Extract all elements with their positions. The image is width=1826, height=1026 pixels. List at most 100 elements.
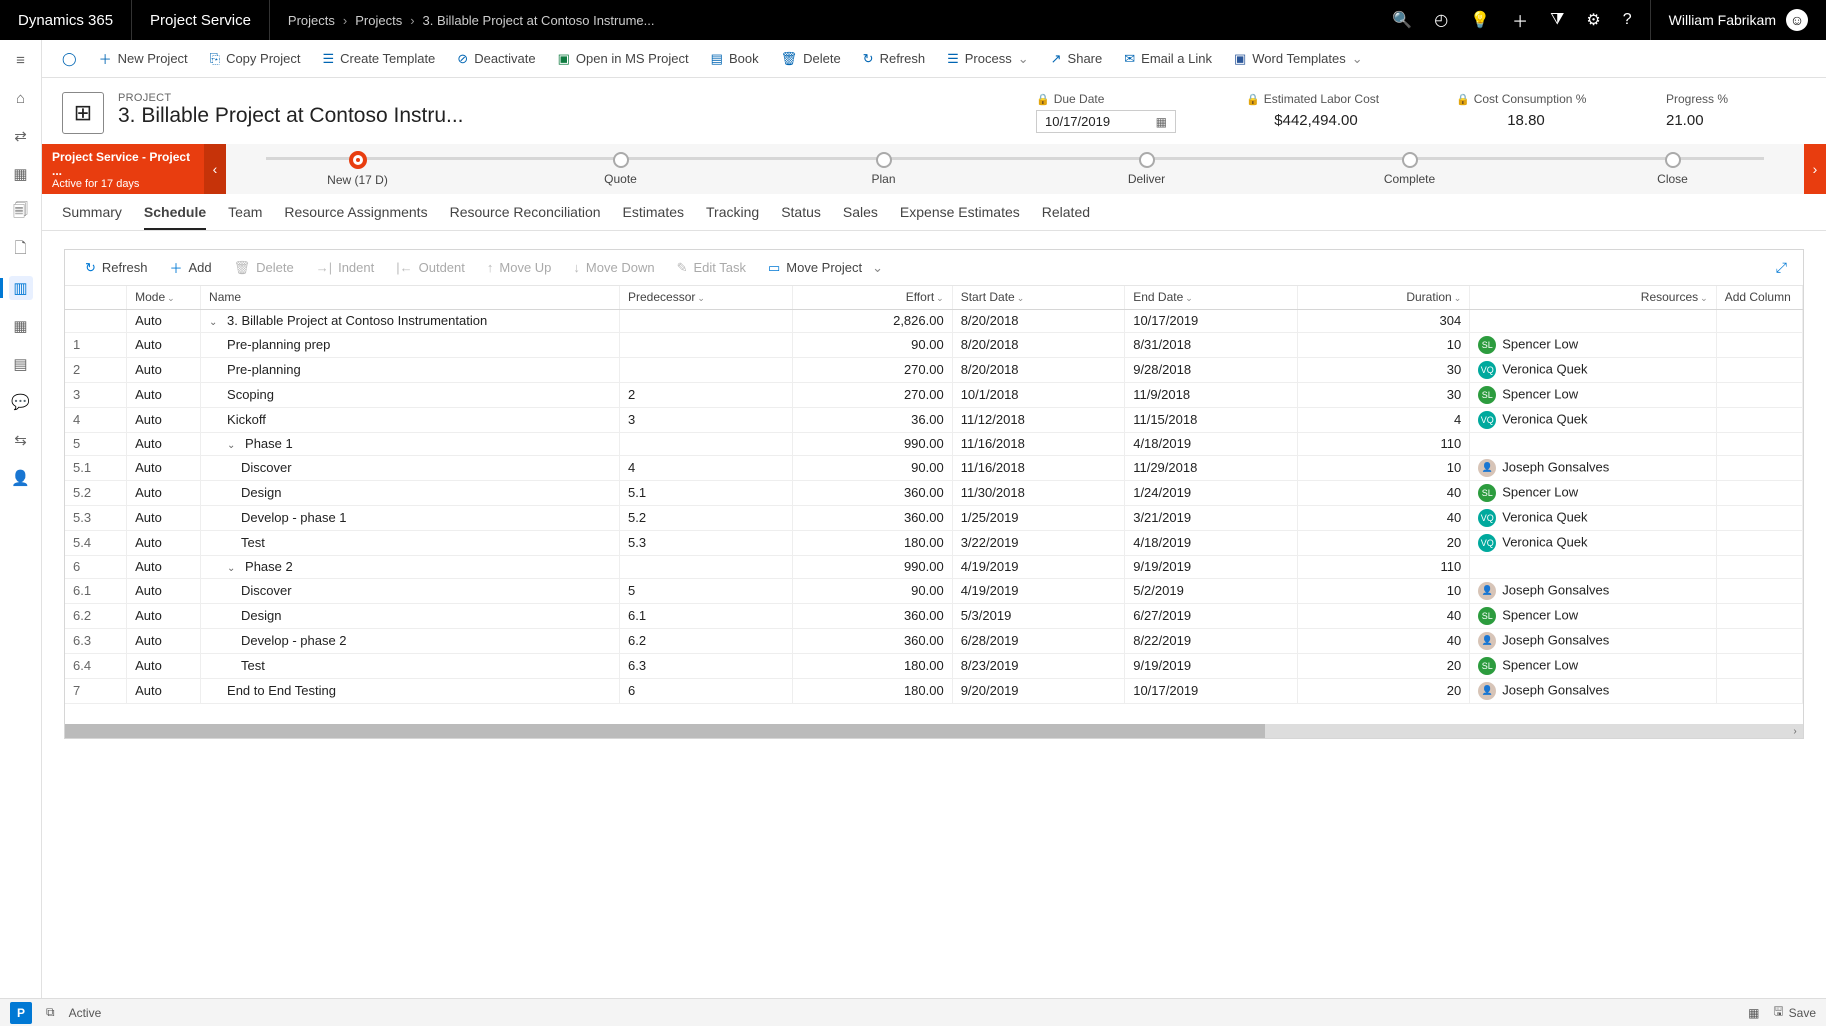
tab-resource-reconciliation[interactable]: Resource Reconciliation [450,204,601,230]
chevron-down-icon[interactable]: ⌄ [227,563,239,574]
col-predecessor[interactable]: Predecessor⌄ [620,286,793,309]
back-button[interactable]: ◯ [52,47,87,71]
tab-status[interactable]: Status [781,204,821,230]
grid-view-icon[interactable]: ▦ [1748,1006,1759,1020]
popout-icon[interactable]: ⧉ [46,1005,55,1020]
chevron-down-icon[interactable]: ⌄ [209,317,221,328]
table-row[interactable]: 6.2AutoDesign6.1360.005/3/20196/27/20194… [65,603,1803,628]
tab-related[interactable]: Related [1042,204,1090,230]
breadcrumb-item[interactable]: Projects [288,13,335,28]
calendar-icon[interactable]: ▦ [9,162,33,186]
horizontal-scrollbar[interactable]: ‹ › [65,724,1803,738]
report-icon[interactable]: ▤ [9,352,33,376]
stage-close[interactable]: Close [1541,152,1804,186]
share-button[interactable]: ↗Share [1041,47,1113,71]
due-date-field[interactable]: 10/17/2019 ▦ [1036,110,1176,133]
open-ms-project-button[interactable]: ▣Open in MS Project [548,47,699,71]
refresh-button[interactable]: ↻Refresh [75,257,157,279]
table-row[interactable]: 5.2AutoDesign5.1360.0011/30/20181/24/201… [65,480,1803,505]
col-name[interactable]: Name [201,286,620,309]
tab-team[interactable]: Team [228,204,262,230]
scroll-right-icon[interactable]: › [1787,724,1803,738]
stage-status-badge[interactable]: Project Service - Project ... Active for… [42,144,204,194]
delete-button[interactable]: 🗑Delete [771,47,851,71]
table-row[interactable]: Auto⌄3. Billable Project at Contoso Inst… [65,309,1803,332]
expand-icon[interactable]: ⤢ [1776,259,1793,276]
indent-button[interactable]: →|Indent [306,257,385,278]
save-button[interactable]: 🖫Save [1773,1002,1816,1023]
user-menu[interactable]: William Fabrikam ☺ [1650,0,1826,40]
page-icon[interactable]: 🗋 [9,238,33,262]
hamburger-icon[interactable]: ≡ [9,48,33,72]
process-button[interactable]: ☰Process⌄ [937,47,1039,71]
module-label[interactable]: Project Service [132,0,270,40]
brand-label[interactable]: Dynamics 365 [0,0,132,40]
table-row[interactable]: 5Auto⌄Phase 1990.0011/16/20184/18/201911… [65,432,1803,455]
flow-icon[interactable]: ⇄ [9,124,33,148]
create-template-button[interactable]: ☰Create Template [312,47,445,71]
table-row[interactable]: 5.4AutoTest5.3180.003/22/20194/18/201920… [65,530,1803,555]
move-up-button[interactable]: ↑Move Up [477,257,562,278]
table-row[interactable]: 4AutoKickoff336.0011/12/201811/15/20184V… [65,407,1803,432]
move-down-button[interactable]: ↓Move Down [563,257,664,278]
table-row[interactable]: 5.3AutoDevelop - phase 15.2360.001/25/20… [65,505,1803,530]
move-project-button[interactable]: ▭Move Project⌄ [758,257,893,279]
table-row[interactable]: 6.1AutoDiscover590.004/19/20195/2/201910… [65,578,1803,603]
home-icon[interactable]: ⌂ [9,86,33,110]
stage-quote[interactable]: Quote [489,152,752,186]
tab-resource-assignments[interactable]: Resource Assignments [284,204,427,230]
table-row[interactable]: 6.3AutoDevelop - phase 26.2360.006/28/20… [65,628,1803,653]
col-start[interactable]: Start Date⌄ [952,286,1125,309]
filter-icon[interactable]: ⧩ [1550,11,1564,29]
scroll-thumb[interactable] [65,724,1265,738]
settings-icon[interactable]: ⚙ [1586,10,1600,30]
new-project-button[interactable]: ＋New Project [89,45,198,72]
stage-deliver[interactable]: Deliver [1015,152,1278,186]
table-row[interactable]: 3AutoScoping2270.0010/1/201811/9/201830S… [65,382,1803,407]
transfer-icon[interactable]: ⇆ [9,428,33,452]
stage-new-d-[interactable]: New (17 D) [226,151,489,187]
add-button[interactable]: ＋Add [159,255,221,280]
tab-schedule[interactable]: Schedule [144,204,206,230]
table-row[interactable]: 6.4AutoTest6.3180.008/23/20199/19/201920… [65,653,1803,678]
chevron-down-icon[interactable]: ⌄ [227,440,239,451]
tab-sales[interactable]: Sales [843,204,878,230]
stage-plan[interactable]: Plan [752,152,1015,186]
col-resources[interactable]: Resources⌄ [1470,286,1716,309]
col-mode[interactable]: Mode⌄ [127,286,201,309]
table-row[interactable]: 1AutoPre-planning prep90.008/20/20188/31… [65,332,1803,357]
stage-prev-button[interactable]: ‹ [204,144,226,194]
chat-icon[interactable]: 💬 [9,390,33,414]
table-row[interactable]: 6Auto⌄Phase 2990.004/19/20199/19/2019110 [65,555,1803,578]
table-row[interactable]: 2AutoPre-planning270.008/20/20189/28/201… [65,357,1803,382]
col-duration[interactable]: Duration⌄ [1297,286,1470,309]
breadcrumb-item[interactable]: Projects [355,13,402,28]
col-effort[interactable]: Effort⌄ [792,286,952,309]
help-icon[interactable]: ? [1623,11,1632,29]
outdent-button[interactable]: |←Outdent [386,257,475,278]
stage-next-button[interactable]: › [1804,144,1826,194]
tab-summary[interactable]: Summary [62,204,122,230]
breadcrumb-item[interactable]: 3. Billable Project at Contoso Instrume.… [423,13,655,28]
tab-expense-estimates[interactable]: Expense Estimates [900,204,1020,230]
book-button[interactable]: ▤Book [701,47,769,71]
copy-project-button[interactable]: ⎘Copy Project [200,47,311,71]
app-switcher-button[interactable]: P [10,1002,32,1024]
folder-icon[interactable]: 🗐 [9,200,33,224]
col-add[interactable]: Add Column [1716,286,1802,309]
edit-task-button[interactable]: ✎Edit Task [667,257,756,279]
table-row[interactable]: 7AutoEnd to End Testing6180.009/20/20191… [65,678,1803,703]
email-link-button[interactable]: ✉Email a Link [1114,47,1222,71]
col-index[interactable] [65,286,127,309]
table-row[interactable]: 5.1AutoDiscover490.0011/16/201811/29/201… [65,455,1803,480]
person-icon[interactable]: 👤 [9,466,33,490]
deactivate-button[interactable]: ⊘Deactivate [447,47,545,71]
tips-icon[interactable]: 💡 [1470,10,1490,30]
tab-tracking[interactable]: Tracking [706,204,759,230]
tab-estimates[interactable]: Estimates [623,204,684,230]
delete-button[interactable]: 🗑Delete [224,257,304,279]
word-templates-button[interactable]: ▣Word Templates⌄ [1224,47,1373,71]
stage-complete[interactable]: Complete [1278,152,1541,186]
add-icon[interactable]: ＋ [1512,8,1528,32]
gantt-icon[interactable]: ▥ [9,276,33,300]
